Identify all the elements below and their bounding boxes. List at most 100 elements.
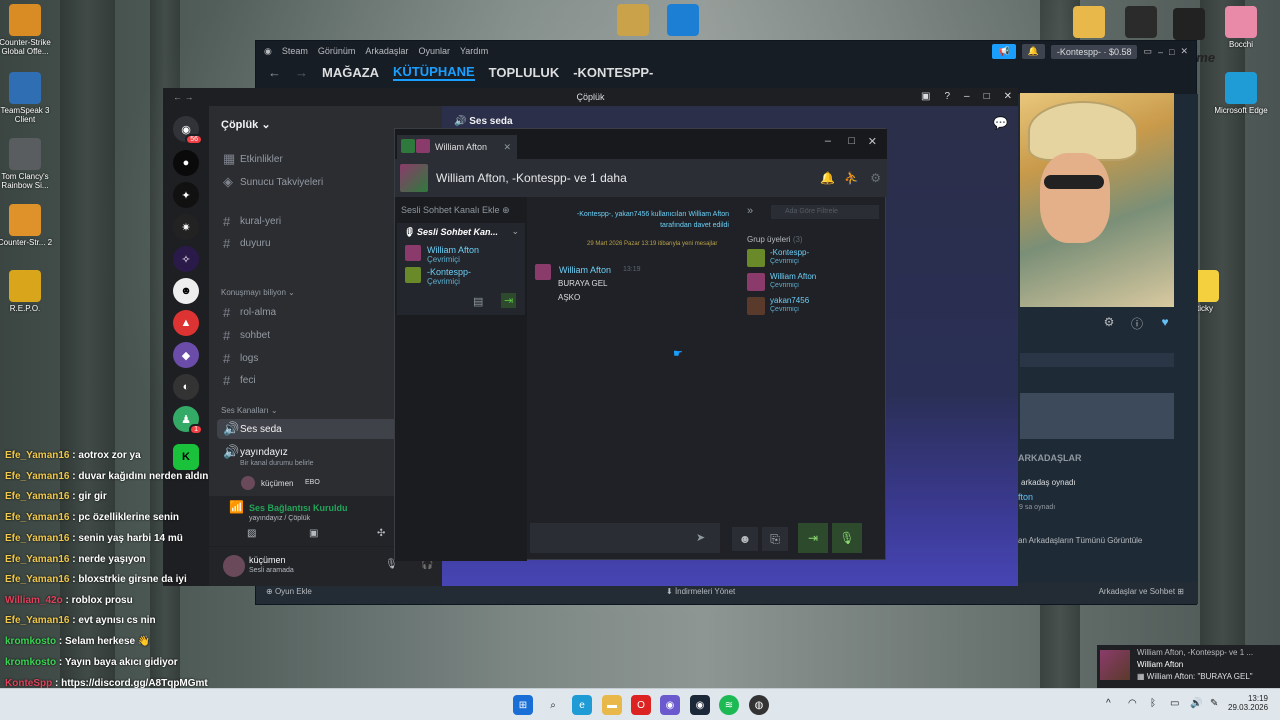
category-label[interactable]: Ses Kanalları ⌄ <box>221 406 278 415</box>
add-user-icon[interactable]: ⛹ <box>844 171 859 185</box>
discord-home-icon[interactable]: ◉ 56 <box>173 116 203 145</box>
member-item[interactable]: -Kontespp- Çevrimiçi <box>747 247 887 269</box>
message-author[interactable]: William Afton <box>559 265 611 275</box>
forward-arrow-icon[interactable]: → <box>295 65 308 80</box>
manage-downloads-button[interactable]: ⬇ İndirmeleri Yönet <box>666 587 735 596</box>
steam-icon[interactable]: ◉ <box>690 695 710 715</box>
camera-off-icon[interactable]: ▨ <box>247 528 256 539</box>
guild-icon[interactable]: ☻ <box>173 278 199 304</box>
add-game-button[interactable]: ⊕ Oyun Ekle <box>266 587 312 596</box>
inbox-icon[interactable]: ▣ <box>921 88 930 106</box>
folder-icon[interactable]: ▬ <box>602 695 622 715</box>
discord-icon[interactable]: ◉ <box>660 695 680 715</box>
minimize-icon[interactable]: – <box>964 88 970 106</box>
guild-icon[interactable]: ✷ <box>173 214 199 240</box>
edge-icon[interactable]: e <box>572 695 592 715</box>
friend-name[interactable]: fton <box>1018 492 1033 502</box>
desktop-icon[interactable] <box>648 4 718 38</box>
maximize-icon[interactable]: □ <box>984 88 990 106</box>
maximize-icon[interactable]: □ <box>848 135 855 147</box>
nav-profile[interactable]: -KONTESPP- <box>573 65 653 80</box>
guild-icon[interactable]: ◆ <box>173 342 199 368</box>
pen-icon[interactable]: ✎ <box>1210 698 1218 709</box>
menu-friends[interactable]: Arkadaşlar <box>365 46 408 57</box>
network-icon[interactable]: ▭ <box>1170 698 1179 709</box>
gear-icon[interactable]: ⚙ <box>1100 315 1118 333</box>
menu-view[interactable]: Görünüm <box>318 46 356 57</box>
close-icon[interactable]: ✕ <box>868 135 877 148</box>
member-item[interactable]: yakan7456 Çevrimiçi <box>747 295 887 317</box>
desktop-icon[interactable]: Bocchi <box>1206 6 1276 49</box>
guild-icon[interactable]: ● <box>173 150 199 176</box>
back-arrow-icon[interactable]: ← → <box>173 88 194 106</box>
menu-help[interactable]: Yardım <box>460 46 488 57</box>
leave-voice-icon[interactable]: ⇥ <box>501 293 517 308</box>
spotify-icon[interactable]: ≋ <box>719 695 739 715</box>
desktop-icon[interactable]: Counter-Str... 2 <box>0 204 60 247</box>
nav-library[interactable]: KÜTÜPHANE <box>393 64 475 81</box>
minimize-icon[interactable]: – <box>825 135 831 147</box>
category-label[interactable]: Konuşmayı biliyon ⌄ <box>221 288 295 297</box>
desktop-icon[interactable]: Microsoft Edge <box>1206 72 1276 115</box>
search-icon[interactable]: ⌕ <box>543 695 563 715</box>
kick-icon[interactable]: K <box>173 444 199 470</box>
close-icon[interactable]: ✕ <box>1180 46 1188 57</box>
info-icon[interactable]: ⓘ <box>1128 315 1146 333</box>
gear-icon[interactable]: ⚙ <box>870 171 881 185</box>
notification-toast[interactable]: William Afton, -Kontespp- ve 1 ... Willi… <box>1097 645 1280 688</box>
message-input[interactable] <box>530 523 720 553</box>
desktop-icon[interactable]: Tom Clancy's Rainbow Si... <box>0 138 60 190</box>
leave-voice-icon[interactable]: ⇥ <box>798 523 828 553</box>
bluetooth-icon[interactable]: ᛒ <box>1150 698 1156 709</box>
close-icon[interactable]: ✕ <box>503 142 511 153</box>
nav-store[interactable]: MAĞAZA <box>322 65 379 80</box>
guild-icon[interactable]: ✧ <box>173 246 199 272</box>
collapse-icon[interactable]: » <box>747 205 753 217</box>
volume-icon[interactable]: 🔊 <box>1190 698 1202 709</box>
voice-channel-name[interactable]: 🎙 Sesli Sohbet Kan... <box>403 227 498 238</box>
voice-member-name[interactable]: -Kontespp- <box>427 267 471 277</box>
nav-community[interactable]: TOPLULUK <box>489 65 560 80</box>
obs-icon[interactable]: ◍ <box>749 695 769 715</box>
microphone-icon[interactable]: 🎙 <box>832 523 862 553</box>
close-icon[interactable]: ✕ <box>1004 88 1012 106</box>
screen-icon[interactable]: ▭ <box>1143 46 1152 57</box>
bell-icon[interactable]: 🔔 <box>1021 44 1045 59</box>
guild-icon[interactable]: ▲ <box>173 310 199 336</box>
voice-header[interactable]: Sesli Sohbet Kanalı Ekle ⊕ <box>395 197 527 224</box>
see-all-friends-link[interactable]: an Arkadaşların Tümünü Görüntüle <box>1018 536 1142 545</box>
chevron-up-icon[interactable]: ^ <box>1106 698 1111 709</box>
voice-user[interactable]: küçümen <box>261 479 293 488</box>
avatar[interactable] <box>535 264 551 280</box>
screen-share-icon[interactable]: ▣ <box>309 528 318 539</box>
send-icon[interactable]: ➤ <box>696 531 705 544</box>
heart-icon[interactable]: ♥ <box>1156 315 1174 333</box>
guild-icon[interactable]: ◐ <box>173 374 199 400</box>
wifi-icon[interactable]: ◠ <box>1128 698 1137 709</box>
avatar[interactable] <box>223 555 245 577</box>
channel-status[interactable]: Bir kanal durumu belirle <box>240 460 314 467</box>
broadcast-icon[interactable]: 📢 <box>992 44 1016 59</box>
chat-tab[interactable]: William Afton ✕ <box>397 135 517 159</box>
emoji-icon[interactable]: ☻ <box>732 527 758 551</box>
activity-icon[interactable]: ✣ <box>377 528 385 539</box>
minimize-icon[interactable]: – <box>1158 47 1163 57</box>
menu-steam[interactable]: Steam <box>282 46 308 57</box>
maximize-icon[interactable]: □ <box>1169 47 1174 57</box>
voice-member-name[interactable]: William Afton <box>427 245 479 255</box>
desktop-icon[interactable]: Counter-Strike Global Offe... <box>0 4 60 56</box>
connection-sub[interactable]: yayındayız / Çöplük <box>249 515 310 522</box>
desktop-icon[interactable]: TeamSpeak 3 Client <box>0 72 60 124</box>
help-icon[interactable]: ? <box>944 88 950 106</box>
guild-icon[interactable]: ✦ <box>173 182 199 208</box>
back-arrow-icon[interactable]: ← <box>268 65 281 80</box>
menu-games[interactable]: Oyunlar <box>418 46 450 57</box>
chevron-down-icon[interactable]: ⌄ <box>511 226 519 237</box>
member-item[interactable]: William Afton Çevrimiçi <box>747 271 887 293</box>
desktop-icon[interactable]: R.E.P.O. <box>0 270 60 313</box>
bell-icon[interactable]: 🔔 <box>820 171 835 185</box>
clipboard-icon[interactable]: ▤ <box>473 295 483 308</box>
member-filter-input[interactable]: Ada Göre Filtrele <box>771 205 879 219</box>
start-icon[interactable]: ⊞ <box>513 695 533 715</box>
chat-icon[interactable]: 💬 <box>993 116 1008 130</box>
